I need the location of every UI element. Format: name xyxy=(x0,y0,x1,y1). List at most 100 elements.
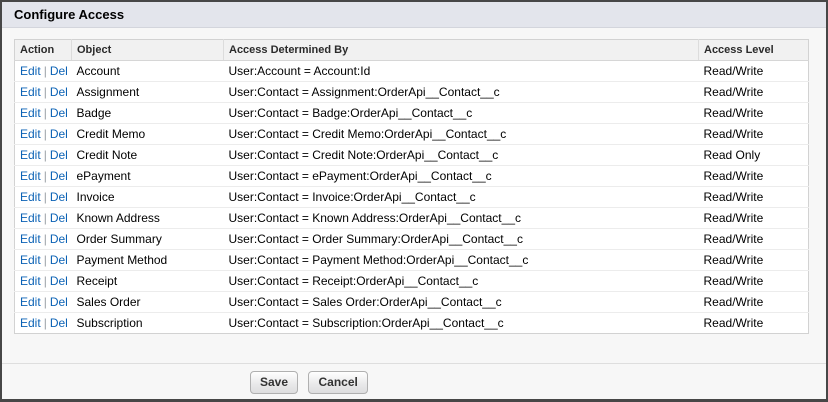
del-link[interactable]: Del xyxy=(50,106,68,120)
access-level-cell: Read/Write xyxy=(698,123,809,145)
table-row: Edit | Del Credit Note User:Contact = Credit… xyxy=(14,144,809,166)
link-separator: | xyxy=(43,190,47,204)
table-header-row: Action Object Access Determined By Acces… xyxy=(14,39,809,61)
edit-link[interactable]: Edit xyxy=(20,253,41,267)
link-separator: | xyxy=(43,211,47,225)
access-level-cell: Read/Write xyxy=(698,291,809,313)
table-row: Edit | Del Known Address User:Contact = Know… xyxy=(14,207,809,229)
edit-link[interactable]: Edit xyxy=(20,148,41,162)
edit-link[interactable]: Edit xyxy=(20,316,41,330)
save-button[interactable]: Save xyxy=(250,371,299,394)
access-level-cell: Read/Write xyxy=(698,165,809,187)
action-cell: Edit | Del xyxy=(14,60,72,82)
table-row: Edit | Del Account User:Account = Account:Id… xyxy=(14,60,809,82)
del-link[interactable]: Del xyxy=(50,316,68,330)
del-link[interactable]: Del xyxy=(50,85,68,99)
access-determined-by-cell: User:Contact = Known Address:OrderApi__C… xyxy=(223,207,699,229)
column-header-access-level: Access Level xyxy=(698,39,809,61)
access-level-cell: Read/Write xyxy=(698,102,809,124)
table-row: Edit | Del ePayment User:Contact = ePayment:… xyxy=(14,165,809,187)
access-determined-by-cell: User:Contact = Payment Method:OrderApi__… xyxy=(223,249,699,271)
access-determined-by-cell: User:Contact = Order Summary:OrderApi__C… xyxy=(223,228,699,250)
table-row: Edit | Del Assignment User:Contact = Assignm… xyxy=(14,81,809,103)
del-link[interactable]: Del xyxy=(50,274,68,288)
access-level-cell: Read/Write xyxy=(703,316,764,330)
table-row: Edit | Del Receipt User:Contact = Receipt:Or… xyxy=(14,270,809,292)
access-determined-by-cell: User:Contact = Subscription:OrderApi__Co… xyxy=(228,316,504,330)
table-row: Edit | Del Invoice User:Contact = Invoice:Or… xyxy=(14,186,809,208)
content-area: Action Object Access Determined By Acces… xyxy=(2,39,826,399)
link-separator: | xyxy=(43,274,47,288)
column-header-object: Object xyxy=(71,39,224,61)
column-header-action: Action xyxy=(14,39,72,61)
action-cell: Edit | Del xyxy=(14,123,72,145)
edit-link[interactable]: Edit xyxy=(20,295,41,309)
access-table: Action Object Access Determined By Acces… xyxy=(14,39,809,334)
edit-link[interactable]: Edit xyxy=(20,232,41,246)
link-separator: | xyxy=(43,316,47,330)
object-cell: Credit Memo xyxy=(71,123,224,145)
object-cell: Known Address xyxy=(71,207,224,229)
edit-link[interactable]: Edit xyxy=(20,85,41,99)
action-cell: Edit | Del xyxy=(14,207,72,229)
action-cell: Edit | Del xyxy=(14,186,72,208)
access-determined-by-cell: User:Contact = Invoice:OrderApi__Contact… xyxy=(223,186,699,208)
del-link[interactable]: Del xyxy=(50,295,68,309)
del-link[interactable]: Del xyxy=(50,64,68,78)
access-determined-by-cell: User:Contact = Credit Note:OrderApi__Con… xyxy=(223,144,699,166)
action-cell: Edit | Del xyxy=(14,291,72,313)
del-link[interactable]: Del xyxy=(50,253,68,267)
object-cell: Subscription xyxy=(76,316,143,330)
access-determined-by-cell: User:Contact = Credit Memo:OrderApi__Con… xyxy=(223,123,699,145)
edit-link[interactable]: Edit xyxy=(20,190,41,204)
action-cell: Edit | Del xyxy=(14,249,72,271)
link-separator: | xyxy=(43,169,47,183)
link-separator: | xyxy=(43,64,47,78)
object-cell: Sales Order xyxy=(71,291,224,313)
action-cell: Edit | Del xyxy=(14,102,72,124)
edit-link[interactable]: Edit xyxy=(20,169,41,183)
configure-access-window: Configure Access Action Object Access De… xyxy=(0,0,828,402)
object-cell: Receipt xyxy=(71,270,224,292)
access-determined-by-cell: User:Contact = Assignment:OrderApi__Cont… xyxy=(223,81,699,103)
object-cell: Account xyxy=(71,60,224,82)
action-cell: Edit | Del xyxy=(14,81,72,103)
table-row: Edit | Del Sales Order User:Contact = Sales … xyxy=(14,291,809,313)
link-separator: | xyxy=(43,232,47,246)
object-cell: Order Summary xyxy=(71,228,224,250)
action-cell: Edit | Del xyxy=(14,228,72,250)
cancel-button[interactable]: Cancel xyxy=(308,371,368,394)
page-title: Configure Access xyxy=(2,2,826,28)
object-cell: Invoice xyxy=(71,186,224,208)
action-cell: Edit | Del xyxy=(15,313,72,334)
access-determined-by-cell: User:Contact = Receipt:OrderApi__Contact… xyxy=(223,270,699,292)
column-header-access-determined-by: Access Determined By xyxy=(223,39,699,61)
access-level-cell: Read/Write xyxy=(698,186,809,208)
object-cell: Payment Method xyxy=(71,249,224,271)
link-separator: | xyxy=(43,85,47,99)
table-row: Edit | Del Payment Method User:Contact = Pay… xyxy=(14,249,809,271)
access-level-cell: Read/Write xyxy=(698,81,809,103)
table-row: Edit | Del Order Summary User:Contact = Orde… xyxy=(14,228,809,250)
table-row: Edit | Del Subscription User:Contact = Subsc… xyxy=(15,313,809,334)
edit-link[interactable]: Edit xyxy=(20,64,41,78)
del-link[interactable]: Del xyxy=(50,127,68,141)
del-link[interactable]: Del xyxy=(50,190,68,204)
table-row: Edit | Del Credit Memo User:Contact = Credit… xyxy=(14,123,809,145)
object-cell: Credit Note xyxy=(71,144,224,166)
del-link[interactable]: Del xyxy=(50,211,68,225)
action-cell: Edit | Del xyxy=(14,270,72,292)
access-level-cell: Read/Write xyxy=(698,60,809,82)
link-separator: | xyxy=(43,106,47,120)
edit-link[interactable]: Edit xyxy=(20,211,41,225)
object-cell: Badge xyxy=(71,102,224,124)
del-link[interactable]: Del xyxy=(50,148,68,162)
edit-link[interactable]: Edit xyxy=(20,274,41,288)
access-level-cell: Read/Write xyxy=(698,249,809,271)
edit-link[interactable]: Edit xyxy=(20,127,41,141)
table-row: Edit | Del Badge User:Contact = Badge:OrderA… xyxy=(14,102,809,124)
del-link[interactable]: Del xyxy=(50,169,68,183)
edit-link[interactable]: Edit xyxy=(20,106,41,120)
del-link[interactable]: Del xyxy=(50,232,68,246)
